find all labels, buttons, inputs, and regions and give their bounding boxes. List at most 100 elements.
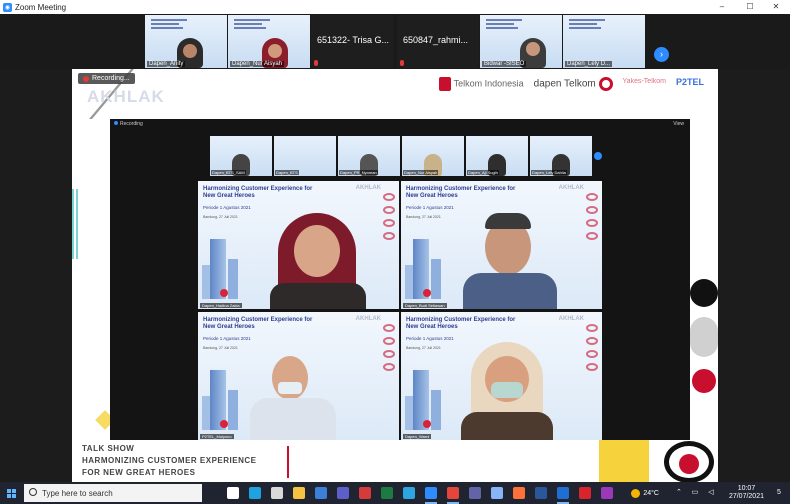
- snip-glyph: [359, 487, 371, 499]
- participant-tile[interactable]: Dapen_Lely D...: [563, 15, 645, 68]
- talkshow-line1: TALK SHOW: [82, 444, 135, 453]
- snip-icon[interactable]: [354, 482, 376, 504]
- participant-tile[interactable]: Dapen_Anity: [145, 15, 227, 68]
- minimize-button[interactable]: –: [709, 0, 735, 14]
- teams-glyph: [337, 487, 349, 499]
- inner-view-button: View: [673, 121, 684, 127]
- participant-tile[interactable]: Bidwar -SISEO: [480, 15, 562, 68]
- taskbar: Type here to search 24°C ⌃ ▭ ◁ 10:07 27/…: [0, 482, 790, 504]
- store-glyph: [271, 487, 283, 499]
- talkshow-line2: HARMONIZING CUSTOMER EXPERIENCE: [82, 456, 257, 465]
- window-title: Zoom Meeting: [15, 2, 67, 12]
- inner-participant-tile: Dapen_PR_Nyoman: [338, 136, 400, 176]
- participant-name: 651322- Trisa G...: [317, 35, 390, 45]
- acrobat-glyph: [579, 487, 591, 499]
- edge-icon[interactable]: [244, 482, 266, 504]
- zoom-glyph: [425, 487, 437, 499]
- recording-indicator[interactable]: Recording...: [78, 73, 135, 84]
- gallery-strip: Dapen_Anity Dapen_Nur Aisyah 651322- Tri…: [0, 14, 790, 69]
- inner-zoom-window: Recording View Dapen_BTS_SAM Dapen_BTS D…: [110, 119, 690, 440]
- firefox-icon[interactable]: [508, 482, 530, 504]
- sponsor-logos: Telkom Indonesia dapen Telkom Yakes-Telk…: [438, 77, 704, 91]
- inner-next-icon: [594, 152, 602, 160]
- chevron-up-icon[interactable]: ⌃: [674, 488, 684, 498]
- chrome-icon[interactable]: [442, 482, 464, 504]
- excel-glyph: [381, 487, 393, 499]
- slide-title: Harmonizing Customer Experience for New …: [203, 186, 313, 199]
- decorative-ring: [664, 441, 714, 482]
- participant-tile[interactable]: 650847_rahmi...: [397, 15, 479, 68]
- video-name: P2TEL_Mulyono: [200, 434, 234, 439]
- photos-icon[interactable]: [552, 482, 574, 504]
- inner-participant-tile: Dapen_Aji Sugih: [466, 136, 528, 176]
- participant-tile[interactable]: Dapen_Nur Aisyah: [228, 15, 310, 68]
- teams2-glyph: [469, 487, 481, 499]
- speaker-video: Harmonizing Customer Experience for New …: [198, 312, 399, 440]
- file-explorer-glyph: [293, 487, 305, 499]
- word-icon[interactable]: [530, 482, 552, 504]
- speaker-hair: [485, 213, 531, 229]
- teams2-icon[interactable]: [464, 482, 486, 504]
- excel-icon[interactable]: [376, 482, 398, 504]
- video-name: Dapen_Budi Setiawan: [403, 303, 447, 308]
- participant-name: Dapen_Nur Aisyah: [230, 61, 285, 67]
- photos-glyph: [557, 487, 569, 499]
- task-view-glyph: [227, 487, 239, 499]
- akhlak-logo: AKHLAK: [87, 87, 165, 106]
- participant-face: [526, 42, 540, 56]
- p2tel-logo: P2TEL: [675, 77, 704, 87]
- telegram-icon[interactable]: [398, 482, 420, 504]
- dapen-mark-icon: [598, 77, 613, 91]
- speaker-mask: [278, 382, 302, 394]
- word-glyph: [535, 487, 547, 499]
- speaker-video: Harmonizing Customer Experience for New …: [401, 181, 602, 309]
- yakes-logo: Yakes-Telkom: [622, 78, 666, 85]
- decorative-dot: [692, 369, 716, 393]
- winrar-icon[interactable]: [596, 482, 618, 504]
- network-icon[interactable]: ▭: [690, 488, 700, 498]
- video-name: Dapen_Hadina Zakia: [200, 303, 242, 308]
- taskbar-search[interactable]: Type here to search: [24, 484, 202, 502]
- chrome-glyph: [447, 487, 459, 499]
- zoom-icon[interactable]: [420, 482, 442, 504]
- next-page-button[interactable]: ›: [654, 47, 669, 62]
- clock-date: 27/07/2021: [728, 493, 764, 500]
- store-icon[interactable]: [266, 482, 288, 504]
- decorative-pill: [690, 317, 718, 357]
- banner-accent-bar: [287, 446, 289, 478]
- participant-face: [268, 44, 282, 58]
- participant-name: Bidwar -SISEO: [482, 61, 527, 67]
- title-bar: ◉ Zoom Meeting – ☐ ✕: [0, 0, 790, 14]
- task-view-icon[interactable]: [222, 482, 244, 504]
- participant-tile[interactable]: 651322- Trisa G...: [311, 15, 393, 68]
- telegram-glyph: [403, 487, 415, 499]
- start-button[interactable]: [0, 482, 22, 504]
- mail-icon[interactable]: [310, 482, 332, 504]
- edge-glyph: [249, 487, 261, 499]
- talkshow-banner: TALK SHOW HARMONIZING CUSTOMER EXPERIENC…: [82, 443, 289, 479]
- volume-icon[interactable]: ◁: [706, 488, 716, 498]
- notification-center-button[interactable]: 5: [772, 486, 786, 500]
- speaker-face: [294, 225, 340, 277]
- dapen-logo: dapen Telkom: [534, 77, 613, 91]
- clock[interactable]: 10:07 27/07/2021: [729, 485, 764, 501]
- maximize-button[interactable]: ☐: [737, 0, 763, 14]
- acrobat-icon[interactable]: [574, 482, 596, 504]
- inner-title-bar: Recording View: [110, 119, 690, 129]
- inner-participant-tile: Dapen_Nur Aisyah: [402, 136, 464, 176]
- speaker-mask: [491, 382, 523, 398]
- speaker-body: [463, 273, 557, 309]
- teams-icon[interactable]: [332, 482, 354, 504]
- file-explorer-icon[interactable]: [288, 482, 310, 504]
- shared-screen: Recording... AKHLAK Telkom Indonesia dap…: [72, 69, 718, 482]
- weather-widget[interactable]: 24°C: [631, 488, 659, 498]
- inner-participant-tile: Dapen_BTS: [274, 136, 336, 176]
- clock-time: 10:07: [737, 485, 756, 492]
- close-button[interactable]: ✕: [763, 0, 789, 14]
- participant-face: [183, 44, 197, 58]
- settings-icon[interactable]: [486, 482, 508, 504]
- speaker-video: Harmonizing Customer Experience for New …: [198, 181, 399, 309]
- slide-period: Periode 1 Agustus 2021: [203, 205, 251, 210]
- speaker-body: [461, 412, 553, 440]
- record-icon: [83, 75, 89, 82]
